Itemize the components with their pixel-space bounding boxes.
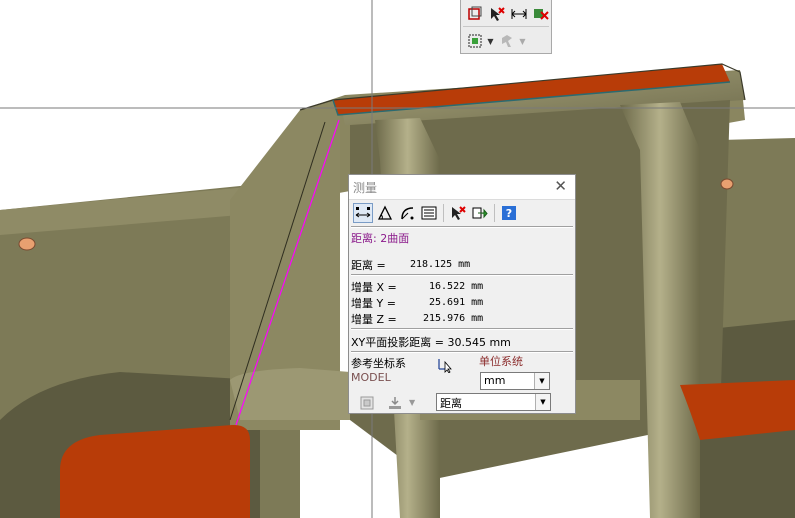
result-header: 距离: 2曲面 (351, 232, 410, 245)
measure-toolbar: ? (353, 203, 519, 223)
clear-icon[interactable] (448, 203, 468, 223)
svg-text:?: ? (506, 207, 512, 220)
curvature-icon[interactable] (397, 203, 417, 223)
delta-z-value: 215.976 mm (423, 313, 484, 324)
save-view-icon[interactable] (357, 394, 377, 412)
export-icon[interactable] (470, 203, 490, 223)
angle-icon[interactable] (375, 203, 395, 223)
xy-projection-distance: XY平面投影距离 = 30.545 mm (351, 336, 511, 349)
measure-distance-icon[interactable] (509, 5, 528, 24)
ref-coord-value: MODEL (351, 371, 391, 384)
selection-toolbar: ▼ ▼ (460, 0, 552, 54)
download-icon[interactable] (385, 394, 405, 412)
delta-y-value: 25.691 mm (429, 297, 484, 308)
measure-type-select[interactable]: 距离 ▼ (436, 393, 551, 411)
dialog-title: 测量 (353, 181, 378, 195)
info-list-icon[interactable] (419, 203, 439, 223)
distance-value: 218.125 mm (410, 259, 471, 270)
delta-y-label: 增量 Y = (351, 297, 396, 310)
delta-x-value: 16.522 mm (429, 281, 484, 292)
chevron-down-icon[interactable]: ▼ (535, 394, 550, 410)
clear-selection-icon[interactable] (487, 5, 506, 24)
measure-type-value: 距离 (440, 397, 462, 410)
coord-pick-icon[interactable] (435, 356, 455, 374)
unit-system-label: 单位系统 (479, 355, 523, 368)
help-icon[interactable]: ? (499, 203, 519, 223)
distance-label: 距离 = (351, 259, 386, 272)
dialog-title-bar[interactable]: 测量 ✕ (349, 175, 575, 200)
close-icon[interactable]: ✕ (554, 177, 567, 195)
distance-icon[interactable] (353, 203, 373, 223)
measure-dialog: 测量 ✕ ? 距离: 2曲面 距离 = 218.125 mm 增量 X = 16… (348, 174, 576, 414)
pick-filter-dropdown-arrow[interactable]: ▼ (519, 37, 526, 46)
pick-filter-icon[interactable] (497, 32, 516, 51)
select-body-icon[interactable] (465, 32, 484, 51)
select-body-dropdown-arrow[interactable]: ▼ (487, 37, 494, 46)
chevron-down-icon[interactable]: ▼ (534, 373, 549, 389)
clear-measure-icon[interactable] (531, 5, 550, 24)
delta-z-label: 增量 Z = (351, 313, 397, 326)
box-intersect-icon[interactable] (465, 5, 484, 24)
delta-x-label: 增量 X = (351, 281, 397, 294)
unit-select[interactable]: mm ▼ (480, 372, 550, 390)
download-dropdown-arrow[interactable]: ▼ (409, 398, 415, 407)
ref-coord-label: 参考坐标系 (351, 357, 406, 370)
unit-select-value: mm (484, 374, 506, 387)
